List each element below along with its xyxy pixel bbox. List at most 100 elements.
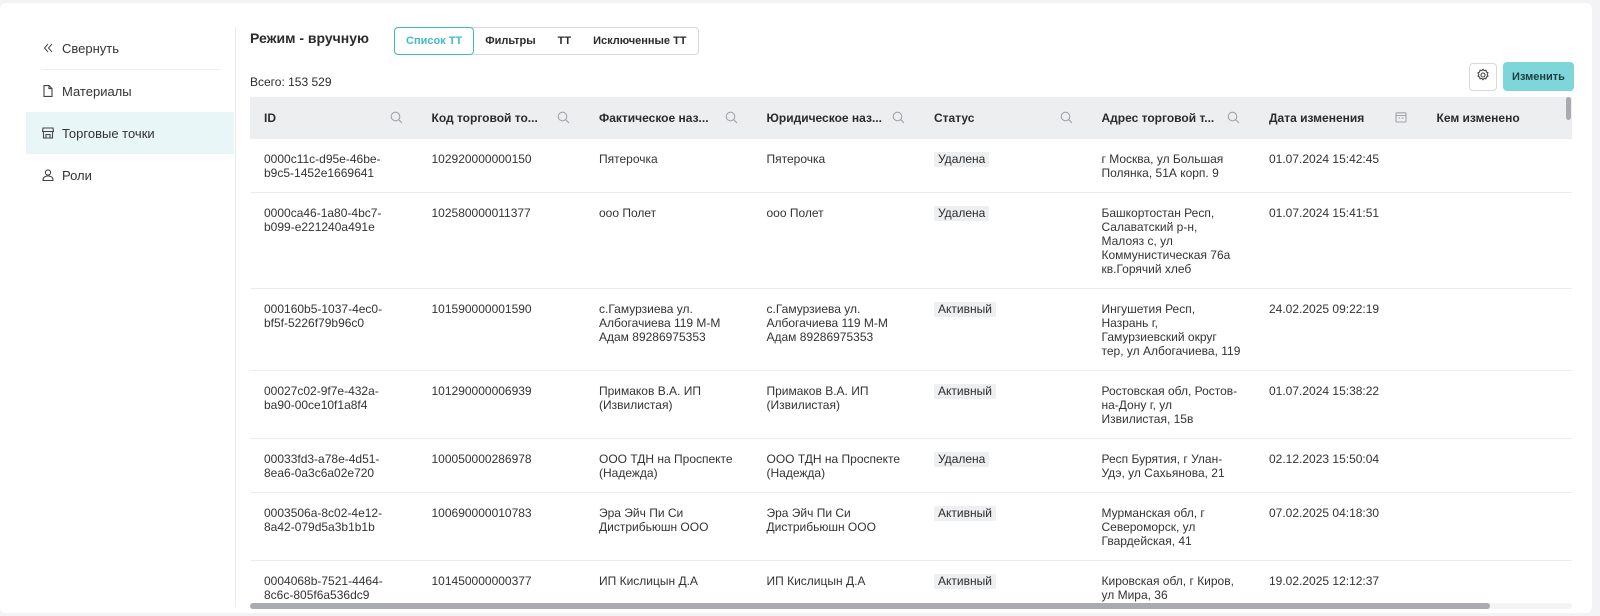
table-cell: Удалена [920, 139, 1088, 192]
table-cell: 100690000010783 [431, 506, 532, 520]
table-cell: Респ Бурятия, г Улан-Удэ, ул Сахьянова, … [1101, 452, 1225, 480]
table-cell: 0004068b-7521-4464-8c6c-805f6a536dc9 [264, 574, 383, 602]
table-cell: 0000ca46-1a80-4bc7-b099-e221240a491e [264, 206, 382, 234]
search-icon[interactable] [1060, 111, 1074, 125]
table-cell: ооо Полет [766, 206, 824, 220]
search-icon[interactable] [557, 111, 571, 125]
column-header[interactable]: Код торговой то... [418, 97, 586, 139]
settings-button[interactable] [1469, 63, 1497, 91]
table-cell: 100050000286978 [431, 452, 532, 466]
table-cell: 0003506a-8c02-4e12-8a42-079d5a3b1b1b [264, 506, 383, 534]
calendar-icon[interactable] [1394, 111, 1409, 125]
table-cell: ООО ТДН на Проспекте (Надежда) [599, 452, 733, 480]
status-badge: Удалена [934, 206, 990, 221]
table-header: ID Код торговой то... Фактическое наз... Юр… [250, 97, 1572, 139]
column-header[interactable]: Фактическое наз... [585, 97, 753, 139]
gear-icon [1476, 68, 1490, 87]
table-cell: 000160b5-1037-4ec0-bf5f-5226f79b96c0 [264, 302, 383, 330]
sidebar-item-roles[interactable]: Роли [26, 154, 234, 196]
tab-filters[interactable]: Фильтры [474, 28, 546, 54]
table-cell: 0000c11c-d95e-46be-b9c5-1452e1669641 [264, 152, 381, 180]
table-cell: ИП Кислицын Д.А [599, 574, 698, 588]
collapse-chevrons-icon [42, 41, 54, 55]
table-cell: Ингушетия Респ, Назрань г, Гамурзиевский… [1101, 302, 1241, 358]
column-header[interactable]: Кем изменено [1423, 97, 1573, 139]
sidebar-item-label: Роли [62, 167, 92, 183]
table-cell: 00033fd3-a78e-4d51-8ea6-0a3c6a02e720 [264, 452, 380, 480]
table-cell [1423, 371, 1573, 438]
column-header-label: ID [264, 111, 276, 125]
table-cell: ООО ТДН на Проспекте (Надежда) [766, 452, 901, 480]
table-cell: 24.02.2025 09:22:19 [1269, 302, 1380, 316]
status-badge: Активный [934, 506, 996, 521]
column-header[interactable]: Дата изменения [1255, 97, 1423, 139]
table-cell: 101290000006939 [431, 384, 532, 398]
tab-stores-list[interactable]: Список ТТ [394, 27, 475, 55]
table-cell: 07.02.2025 04:18:30 [1269, 506, 1380, 520]
table-cell [1423, 561, 1573, 605]
app-window: Свернуть Материалы Торговые точки Роли Р… [0, 3, 1592, 613]
sidebar-item-stores[interactable]: Торговые точки [26, 112, 234, 154]
sidebar-separator [235, 27, 236, 607]
column-header-label: Статус [934, 111, 975, 125]
tab-tt[interactable]: ТТ [547, 28, 582, 54]
table-cell: Пятерочка [599, 152, 658, 166]
column-header-label: Юридическое наз... [766, 111, 882, 125]
table-cell: Удалена [920, 439, 1088, 492]
table-cell: 101590000001590 [431, 302, 532, 316]
horizontal-scrollbar[interactable] [250, 603, 1490, 609]
table-cell: Мурманская обл, г Североморск, ул Гварде… [1101, 506, 1205, 548]
table-cell: 02.12.2023 15:50:04 [1269, 452, 1380, 466]
table-cell: Удалена [920, 193, 1088, 288]
status-badge: Активный [934, 574, 996, 589]
sidebar-item-label: Материалы [62, 83, 132, 99]
sidebar: Свернуть Материалы Торговые точки Роли [26, 27, 234, 196]
table-row[interactable]: 00027c02-9f7e-432a-ba90-00ce10f1a8f4 1012… [250, 371, 1572, 439]
vertical-scrollbar[interactable] [1566, 97, 1571, 120]
table-row[interactable]: 0000c11c-d95e-46be-b9c5-1452e1669641 1029… [250, 139, 1572, 193]
table-row[interactable]: 0004068b-7521-4464-8c6c-805f6a536dc9 1014… [250, 561, 1572, 605]
status-badge: Удалена [934, 452, 990, 467]
search-icon[interactable] [390, 111, 404, 125]
document-icon [42, 84, 54, 98]
table-cell: с.Гамурзиева ул. Албогачиева 119 М-М Ада… [766, 302, 888, 344]
sidebar-item-materials[interactable]: Материалы [26, 70, 234, 112]
edit-button[interactable]: Изменить [1503, 62, 1574, 91]
table-row[interactable]: 000160b5-1037-4ec0-bf5f-5226f79b96c0 1015… [250, 289, 1572, 371]
table-row[interactable]: 00033fd3-a78e-4d51-8ea6-0a3c6a02e720 1000… [250, 439, 1572, 493]
table-cell: 19.02.2025 12:12:37 [1269, 574, 1380, 588]
column-header[interactable]: Юридическое наз... [753, 97, 921, 139]
table-cell: ИП Кислицын Д.А [766, 574, 866, 588]
column-header[interactable]: Адрес торговой т... [1088, 97, 1256, 139]
table-cell: с.Гамурзиева ул. Албогачиева 119 М-М Ада… [599, 302, 721, 344]
sidebar-item-collapse[interactable]: Свернуть [26, 27, 234, 69]
table-row[interactable]: 0000ca46-1a80-4bc7-b099-e221240a491e 1025… [250, 193, 1572, 289]
search-icon[interactable] [892, 111, 906, 125]
table-cell: Ростовская обл, Ростов-на-Дону г, ул Изв… [1101, 384, 1238, 426]
table-cell: Примаков В.А. ИП (Извилистая) [766, 384, 869, 412]
table-cell: Активный [920, 289, 1088, 370]
table-cell [1423, 289, 1573, 370]
tab-excluded[interactable]: Исключенные ТТ [582, 28, 697, 54]
table-cell: Активный [920, 493, 1088, 560]
column-header[interactable]: Статус [920, 97, 1088, 139]
table-cell: Примаков В.А. ИП (Извилистая) [599, 384, 701, 412]
status-badge: Активный [934, 384, 996, 399]
sidebar-item-label: Свернуть [62, 40, 120, 56]
column-header[interactable]: ID [250, 97, 418, 139]
table-cell: 101450000000377 [431, 574, 532, 588]
page-title: Режим - вручную [250, 30, 370, 46]
table-cell: 01.07.2024 15:42:45 [1269, 152, 1380, 166]
store-icon [42, 126, 54, 140]
sidebar-item-label: Торговые точки [62, 125, 155, 141]
column-header-label: Дата изменения [1269, 111, 1365, 125]
search-icon[interactable] [1227, 111, 1241, 125]
column-header-label: Фактическое наз... [599, 111, 709, 125]
table-cell: Кировская обл, г Киров, ул Мира, 36 [1101, 574, 1234, 602]
table-cell [1423, 493, 1573, 560]
table-cell: 102580000011377 [431, 206, 531, 220]
search-icon[interactable] [725, 111, 739, 125]
table-cell [1423, 139, 1573, 192]
table-row[interactable]: 0003506a-8c02-4e12-8a42-079d5a3b1b1b 1006… [250, 493, 1572, 561]
column-header-label: Кем изменено [1436, 111, 1520, 125]
